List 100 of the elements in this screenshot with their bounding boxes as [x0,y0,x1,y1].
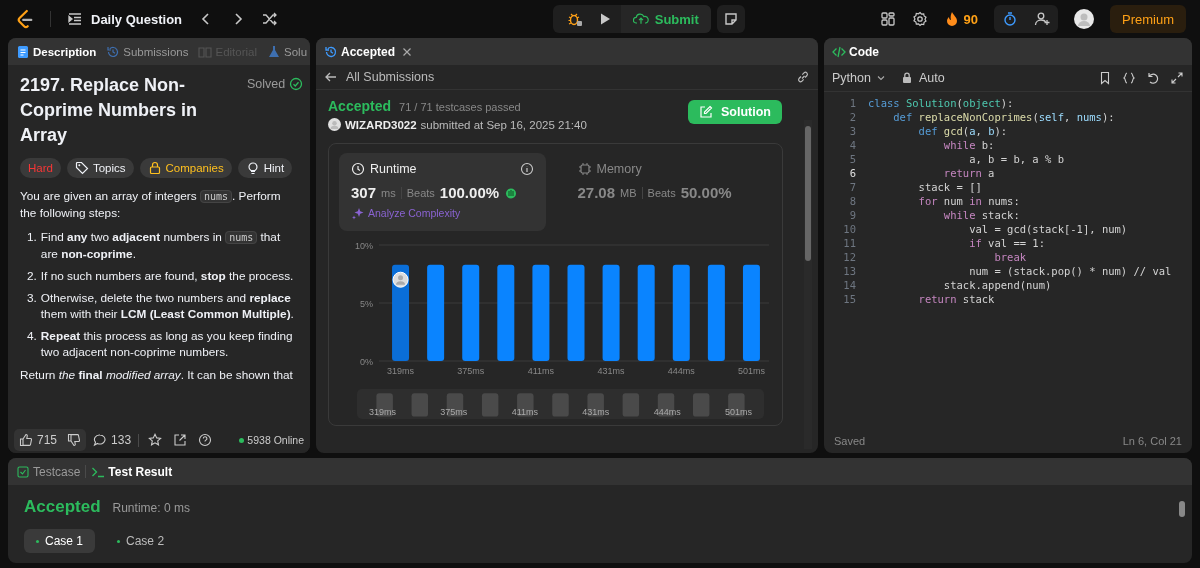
check-circle-icon [289,77,304,91]
line-number: 8 [848,194,856,208]
stopwatch-icon[interactable] [1001,11,1018,27]
list-number: 3. [27,290,37,307]
layout-grid-icon[interactable] [879,11,896,27]
comments-button[interactable]: 133 [93,433,132,447]
document-icon [16,44,30,59]
braces-icon[interactable] [1122,71,1136,85]
info-icon[interactable] [519,162,534,176]
thumbs-up-icon [19,433,33,447]
code-icon [832,44,846,59]
shuffle-icon[interactable] [262,11,279,27]
list-number: 1. [27,229,37,246]
link-icon[interactable] [796,70,810,84]
line-number: 3 [848,124,856,138]
flask-icon [267,44,282,59]
book-icon [198,44,213,59]
user-marker-icon [392,271,409,288]
online-dot [239,437,245,443]
line-number: 5 [848,152,856,166]
tag-icon [74,161,89,175]
y-tick-label: 0% [360,357,373,367]
line-number: 13 [842,264,856,278]
tag-chip[interactable]: Hint [237,158,293,178]
streak-count: 90 [963,11,978,27]
beats-percent: 100.00% [439,184,500,201]
panel-tab[interactable]: Description [16,44,97,59]
stat-unit: ms [381,186,396,199]
premium-button[interactable]: Premium [1109,5,1186,33]
line-number: 6 [848,166,856,180]
line-number: 10 [842,222,856,236]
avatar-icon[interactable] [1073,9,1094,29]
submission-time: submitted at Sep 16, 2025 21:40 [420,118,587,131]
result-status: Accepted [24,497,101,517]
language-dropdown[interactable]: Python [832,71,886,85]
history-icon [106,44,121,59]
like-button[interactable]: 715 [14,429,63,451]
code-line: stack.append(num) [942,278,1052,292]
comment-icon [93,433,108,447]
panel-tab[interactable]: Submissions [106,44,189,59]
bookmark-icon[interactable] [1098,71,1112,85]
stat-value: 27.08 [577,184,616,201]
code-line: def gcd(a, b): [917,124,1008,138]
chevron-down-icon [875,73,886,83]
beats-percent: 50.00% [680,184,732,201]
bug-icon[interactable] [566,11,583,27]
online-count: 5938 Online [247,434,304,446]
history-icon [324,44,338,59]
sparkle-icon [351,206,365,220]
x-tick-label: 319ms [387,366,415,376]
checkbox-icon [16,464,30,479]
range-label: 411ms [511,407,538,417]
panel-tab[interactable]: Solu [267,44,308,59]
star-icon[interactable] [148,433,163,447]
panel-tab[interactable]: Code [832,44,879,59]
panel-tab[interactable]: Testcase [16,464,81,479]
code-line: return a [942,166,995,180]
case-tab[interactable]: Case 1 [24,529,96,553]
code-line: while stack: [942,208,1020,222]
stat-tile[interactable]: Runtime 307 ms Beats 100.00% Analyze Complexity [339,153,546,231]
tag-chip[interactable]: Topics [66,158,134,178]
tag-chip[interactable]: Companies [139,158,232,178]
cloud-upload-icon [632,11,649,27]
lightbulb-icon [245,161,260,175]
panel-tab[interactable]: Accepted [324,44,396,59]
description-text: You are given an array of integers nums . Perform the following steps: [20,188,282,221]
beats-label: Beats [406,186,435,199]
edit-icon [699,105,713,119]
save-status: Saved [834,435,866,447]
code-line: def replaceNonCoprimes(self, nums): [892,110,1115,124]
help-icon[interactable] [198,433,213,447]
line-number: 15 [842,292,856,306]
case-tab[interactable]: Case 2 [105,529,177,553]
expand-icon[interactable] [1170,71,1184,85]
code-line: if val == 1: [968,236,1045,250]
stat-tile[interactable]: Memory 27.08 MB Beats 50.00% [565,153,772,231]
share-icon[interactable] [173,433,188,447]
line-number: 9 [848,208,856,222]
step-text: Find any two adjacent numbers in nums that are non-coprime. [40,229,282,262]
panel-tab[interactable]: Test Result [91,464,173,479]
back-link[interactable]: All Submissions [324,70,435,84]
x-tick-label: 501ms [737,366,765,376]
auto-mode-button[interactable]: Auto [899,71,945,85]
range-label: 444ms [653,407,681,417]
line-number: 4 [848,138,856,152]
note-icon [722,11,739,27]
add-user-icon[interactable] [1033,11,1050,27]
range-selector[interactable]: 319ms 375ms 411ms 431ms 444ms 501ms [357,389,764,419]
logo-icon[interactable] [16,9,34,29]
lock-icon [147,161,162,175]
undo-icon[interactable] [1146,71,1160,85]
list-number: 2. [27,268,37,284]
line-number: 12 [842,250,856,264]
scrollbar[interactable] [804,120,812,449]
x-tick-label: 431ms [597,366,625,376]
username[interactable]: WIZARD3022 [345,118,417,131]
submit-button[interactable]: Submit [620,5,711,33]
problem-list-button[interactable]: Daily Question [67,11,183,27]
settings-icon[interactable] [911,11,928,27]
notes-button[interactable] [716,5,745,33]
